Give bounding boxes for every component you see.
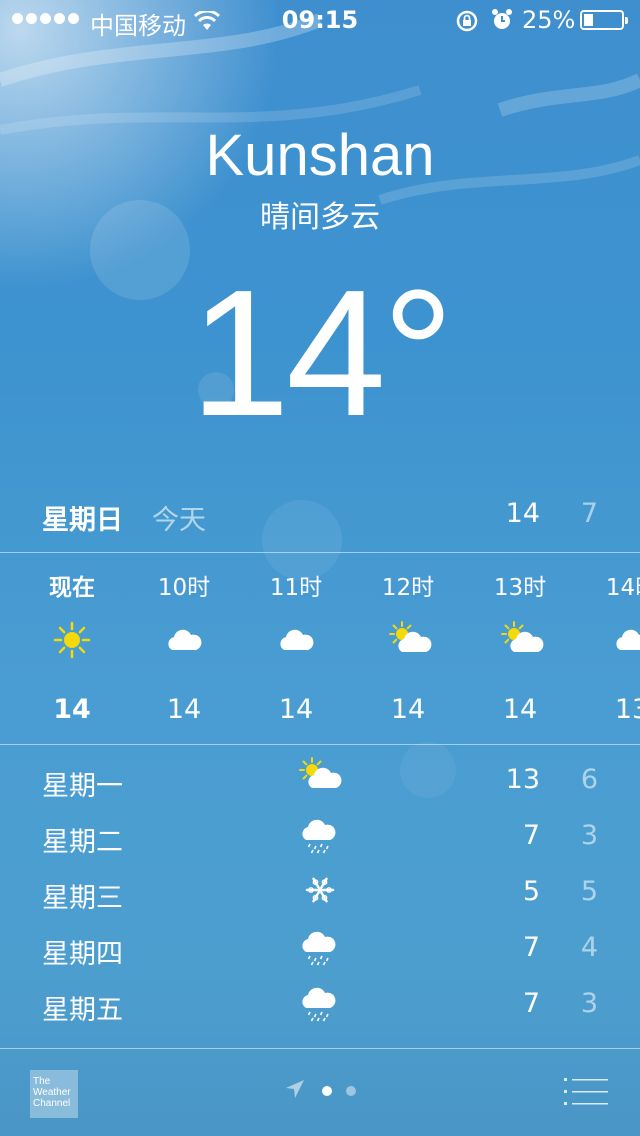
divider-middle bbox=[0, 744, 640, 745]
daily-row: 星期五 7 3 bbox=[0, 987, 640, 1044]
sun-icon bbox=[52, 620, 92, 660]
battery-icon bbox=[580, 10, 628, 30]
partly-cloudy-icon bbox=[388, 620, 432, 660]
rain-icon bbox=[298, 980, 342, 1024]
city-name: Kunshan bbox=[205, 123, 435, 188]
hourly-temp: 14 bbox=[166, 694, 202, 725]
battery-percent: 25% bbox=[522, 6, 576, 34]
hourly-temp: 14 bbox=[502, 694, 538, 725]
today-label: 今天 bbox=[152, 505, 206, 536]
daily-day: 星期四 bbox=[42, 939, 123, 970]
daily-low: 4 bbox=[580, 932, 598, 963]
status-bar: 中国移动 09:15 25% bbox=[0, 0, 640, 40]
daily-low: 3 bbox=[580, 988, 598, 1019]
rain-icon bbox=[298, 924, 342, 968]
daily-high: 7 bbox=[522, 988, 540, 1019]
hourly-temp: 14 bbox=[278, 694, 314, 725]
daily-day: 星期五 bbox=[42, 995, 123, 1026]
cloud-icon bbox=[612, 620, 640, 660]
rotation-lock-icon bbox=[455, 9, 479, 39]
weather-condition: 晴间多云 bbox=[260, 200, 380, 235]
partly-cloudy-icon bbox=[500, 620, 544, 660]
location-arrow-icon[interactable] bbox=[284, 1078, 306, 1104]
hourly-temp: 14 bbox=[53, 694, 91, 725]
daily-high: 5 bbox=[522, 876, 540, 907]
city-list-button[interactable] bbox=[564, 1076, 610, 1112]
daily-high: 7 bbox=[522, 932, 540, 963]
cloud-icon bbox=[276, 620, 316, 660]
partly-cloudy-icon bbox=[298, 756, 342, 800]
hourly-time: 现在 bbox=[49, 575, 95, 601]
today-high-temp: 14 bbox=[505, 498, 540, 529]
today-low-temp: 7 bbox=[580, 498, 598, 529]
page-indicator-dot-active[interactable] bbox=[322, 1086, 332, 1096]
daily-high: 7 bbox=[522, 820, 540, 851]
hourly-time: 10时 bbox=[157, 575, 211, 601]
daily-day: 星期三 bbox=[42, 883, 123, 914]
daily-high: 13 bbox=[505, 764, 540, 795]
daily-low: 5 bbox=[580, 876, 598, 907]
snow-icon bbox=[298, 868, 342, 912]
list-icon bbox=[564, 1078, 608, 1105]
hourly-time: 14时 bbox=[605, 575, 640, 601]
page-indicator-dot[interactable] bbox=[346, 1086, 356, 1096]
current-temperature-block: 14° bbox=[0, 250, 640, 457]
hourly-forecast-strip[interactable]: 现在 14 10时 14 11时 14 12时 14 13时 14 14时 13 bbox=[0, 552, 640, 744]
daily-day: 星期二 bbox=[42, 827, 123, 858]
daily-low: 3 bbox=[580, 820, 598, 851]
hourly-time: 13时 bbox=[493, 575, 547, 601]
weather-channel-logo[interactable]: The Weather Channel bbox=[30, 1070, 78, 1118]
cloud-icon bbox=[164, 620, 204, 660]
hourly-time: 11时 bbox=[269, 575, 323, 601]
hourly-temp: 14 bbox=[390, 694, 426, 725]
hourly-temp: 13 bbox=[614, 694, 640, 725]
daily-low: 6 bbox=[580, 764, 598, 795]
hourly-time: 12时 bbox=[381, 575, 435, 601]
daily-day: 星期一 bbox=[42, 771, 123, 802]
today-summary-row: 星期日 今天 14 7 bbox=[0, 498, 640, 538]
footer-toolbar: The Weather Channel bbox=[0, 1048, 640, 1136]
current-temperature: 14° bbox=[189, 253, 454, 454]
rain-icon bbox=[298, 812, 342, 856]
alarm-icon bbox=[490, 8, 514, 38]
today-day-name: 星期日 bbox=[42, 505, 123, 536]
